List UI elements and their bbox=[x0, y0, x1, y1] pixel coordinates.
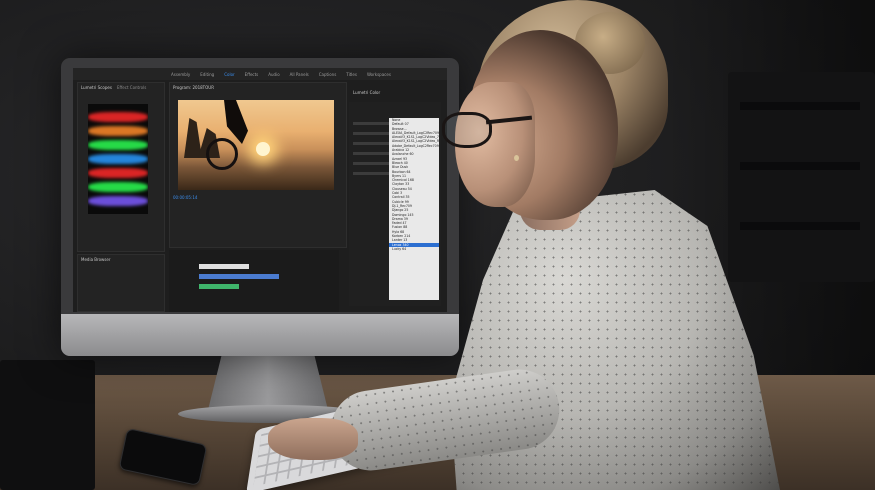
video-editor-screen: Assembly Editing Color Effects Audio All… bbox=[73, 68, 447, 312]
bike-wheel bbox=[206, 138, 238, 170]
scope-band bbox=[88, 196, 148, 206]
imac-monitor: Assembly Editing Color Effects Audio All… bbox=[61, 58, 459, 356]
speaker-box bbox=[0, 360, 95, 490]
scope-band bbox=[88, 140, 148, 150]
menu-captions[interactable]: Captions bbox=[319, 72, 337, 77]
menu-audio[interactable]: Audio bbox=[268, 72, 279, 77]
waveform-scope bbox=[88, 104, 148, 214]
menu-assembly[interactable]: Assembly bbox=[171, 72, 190, 77]
photo-scene: Assembly Editing Color Effects Audio All… bbox=[0, 0, 875, 490]
menu-editing[interactable]: Editing bbox=[200, 72, 214, 77]
menu-effects[interactable]: Effects bbox=[245, 72, 259, 77]
menu-all-panels[interactable]: All Panels bbox=[290, 72, 309, 77]
earring bbox=[514, 155, 519, 161]
rock bbox=[184, 118, 202, 158]
property-row bbox=[353, 142, 389, 145]
scope-band bbox=[88, 154, 148, 164]
tab-lumetri-color[interactable]: Lumetri Color bbox=[353, 90, 380, 95]
scope-band bbox=[88, 182, 148, 192]
menu-color[interactable]: Color bbox=[224, 72, 234, 77]
device-slot bbox=[740, 162, 860, 170]
lut-option[interactable]: Lucky 64 bbox=[389, 247, 439, 251]
timeline-panel bbox=[169, 250, 339, 312]
menu-titles[interactable]: Titles bbox=[346, 72, 357, 77]
scope-band bbox=[88, 112, 148, 122]
eyeglasses bbox=[442, 112, 492, 148]
property-row bbox=[353, 162, 389, 165]
timeline-clip[interactable] bbox=[199, 284, 239, 289]
property-row bbox=[353, 152, 389, 155]
tab-program[interactable]: Program: 2018TOUR bbox=[173, 85, 214, 90]
timeline-clip[interactable] bbox=[199, 264, 249, 269]
timeline-clip[interactable] bbox=[199, 274, 279, 279]
tab-media-browser[interactable]: Media Browser bbox=[81, 257, 111, 262]
woman-hand bbox=[268, 418, 358, 460]
property-row bbox=[353, 122, 389, 125]
printer-device bbox=[728, 72, 875, 282]
monitor-stand bbox=[208, 352, 328, 410]
property-row bbox=[353, 172, 389, 175]
sun bbox=[256, 142, 270, 156]
program-video-frame bbox=[178, 100, 334, 190]
scope-band bbox=[88, 126, 148, 136]
monitor-chin bbox=[61, 314, 459, 356]
tab-effect-controls[interactable]: Effect Controls bbox=[117, 85, 146, 90]
workspace-menu: Assembly Editing Color Effects Audio All… bbox=[73, 68, 447, 80]
device-slot bbox=[740, 102, 860, 110]
tab-lumetri-scopes[interactable]: Lumetri Scopes bbox=[81, 85, 112, 90]
device-slot bbox=[740, 222, 860, 230]
timecode: 00:00:05:14 bbox=[173, 195, 198, 200]
scope-band bbox=[88, 168, 148, 178]
media-browser-panel bbox=[77, 254, 165, 312]
lut-dropdown-list[interactable]: None Default 07 Browse... ALEXA_Default_Log… bbox=[389, 118, 439, 300]
property-row bbox=[353, 132, 389, 135]
menu-workspaces[interactable]: Workspaces bbox=[367, 72, 391, 77]
